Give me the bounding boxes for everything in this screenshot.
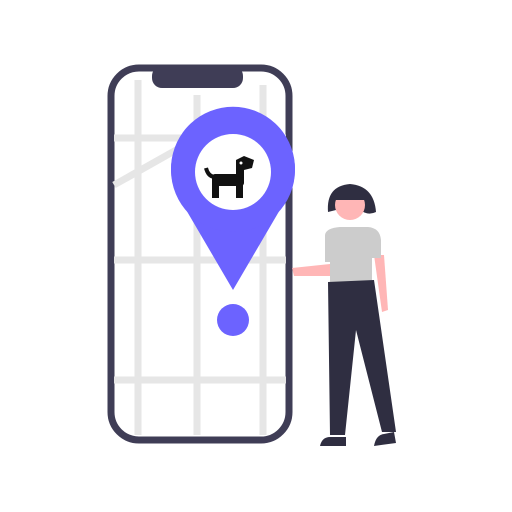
person-figure: [292, 184, 396, 446]
phone-notch: [152, 66, 243, 88]
location-dot: [217, 304, 249, 336]
illustration: [107, 64, 396, 446]
